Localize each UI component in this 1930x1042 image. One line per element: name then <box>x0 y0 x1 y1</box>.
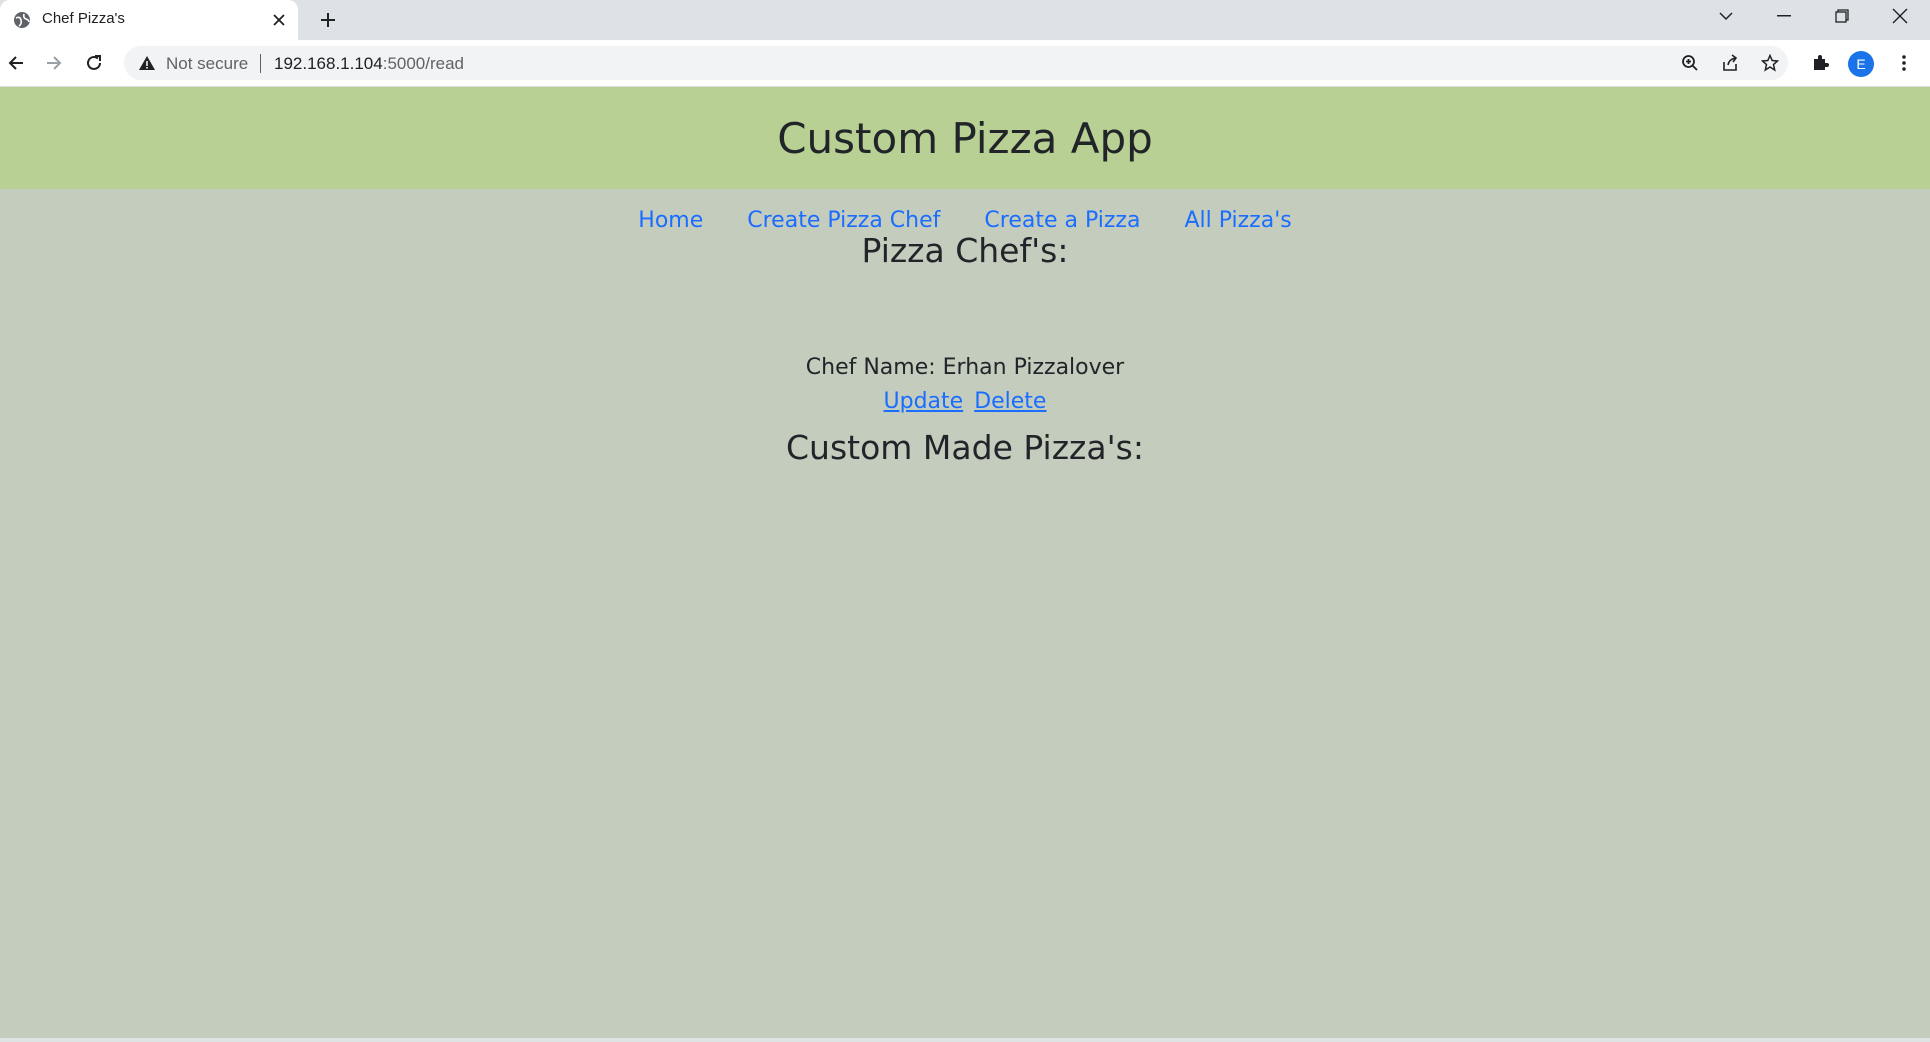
chefs-heading: Pizza Chef's: <box>861 231 1069 270</box>
browser-toolbar: Not secure 192.168.1.104:5000/read E <box>0 40 1930 87</box>
omnibox-divider <box>260 54 261 73</box>
bottom-strip <box>0 1038 1930 1042</box>
url-text[interactable]: 192.168.1.104:5000/read <box>274 54 464 74</box>
app-title: Custom Pizza App <box>777 113 1153 163</box>
pizzas-heading: Custom Made Pizza's: <box>786 428 1144 467</box>
close-icon[interactable] <box>268 9 290 31</box>
plus-icon[interactable] <box>314 6 342 34</box>
chevron-down-icon[interactable] <box>1698 0 1754 32</box>
page-viewport: Custom Pizza App Home Create Pizza Chef … <box>0 87 1930 1042</box>
update-chef-link[interactable]: Update <box>884 389 964 414</box>
globe-icon <box>12 10 32 30</box>
zoom-icon[interactable] <box>1678 51 1702 75</box>
more-icon[interactable] <box>1890 49 1918 77</box>
chef-name: Chef Name: Erhan Pizzalover <box>805 355 1125 380</box>
address-bar[interactable]: Not secure 192.168.1.104:5000/read <box>124 46 1788 80</box>
delete-chef-link[interactable]: Delete <box>974 389 1046 414</box>
warning-icon[interactable] <box>138 54 156 72</box>
security-label[interactable]: Not secure <box>166 54 248 74</box>
browser-tab[interactable]: Chef Pizza's <box>0 0 298 40</box>
share-icon[interactable] <box>1718 51 1742 75</box>
back-icon[interactable] <box>0 47 32 79</box>
extensions-icon[interactable] <box>1806 49 1834 77</box>
minimize-icon[interactable] <box>1756 0 1812 32</box>
app-header: Custom Pizza App <box>0 87 1930 189</box>
tab-title: Chef Pizza's <box>42 10 125 27</box>
window-close-icon[interactable] <box>1872 0 1928 32</box>
restore-icon[interactable] <box>1814 0 1870 32</box>
star-icon[interactable] <box>1758 51 1782 75</box>
url-host: 192.168.1.104 <box>274 54 383 73</box>
forward-icon[interactable] <box>38 47 70 79</box>
chef-actions: Update Delete <box>0 389 1930 414</box>
tab-strip: Chef Pizza's <box>0 0 1930 40</box>
profile-avatar[interactable]: E <box>1848 51 1874 77</box>
reload-icon[interactable] <box>78 47 110 79</box>
url-path: :5000/read <box>382 54 465 73</box>
